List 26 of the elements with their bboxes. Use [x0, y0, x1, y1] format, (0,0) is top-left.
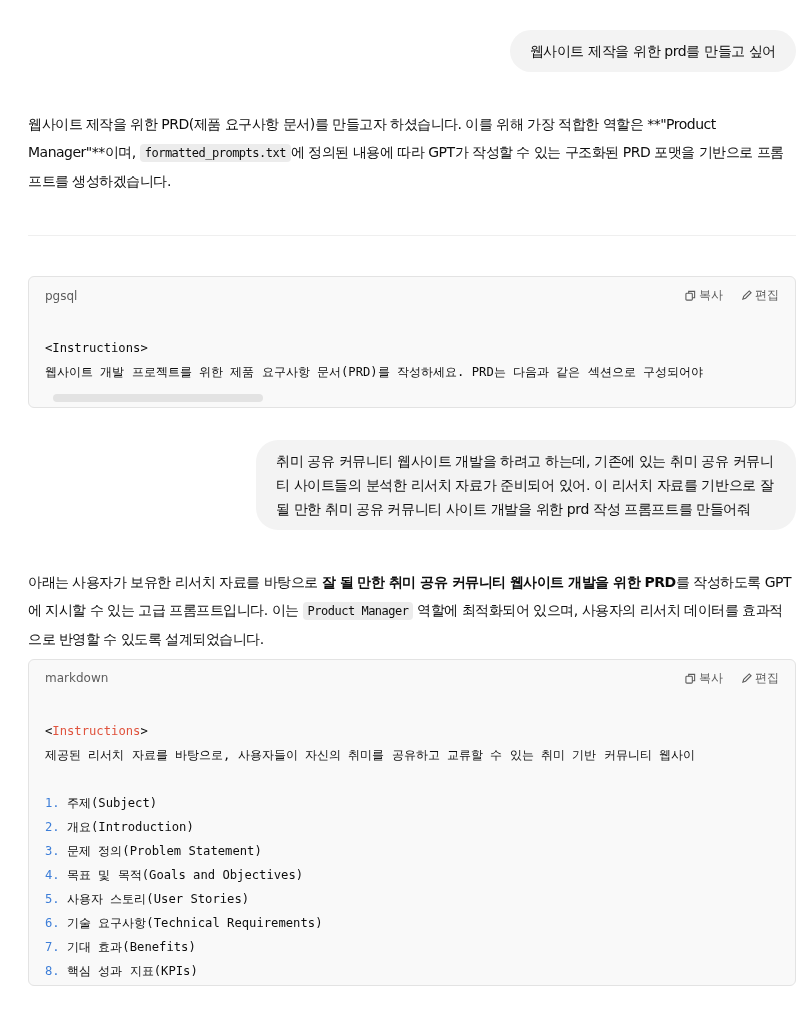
- code-line: 2. 개요(Introduction): [45, 819, 194, 834]
- code-language: markdown: [45, 671, 109, 686]
- copy-icon: [685, 290, 696, 301]
- pencil-icon: [741, 672, 752, 684]
- pencil-icon: [741, 290, 752, 301]
- code-line: <Instructions>: [45, 341, 148, 355]
- code-line: 5. 사용자 스토리(User Stories): [45, 891, 250, 906]
- code-line: 6. 기술 요구사항(Technical Requirements): [45, 915, 323, 930]
- code-line: 4. 목표 및 목적(Goals and Objectives): [45, 867, 304, 882]
- edit-button[interactable]: 편집: [741, 287, 779, 304]
- code-line: 웹사이트 개발 프로젝트를 위한 제품 요구사항 문서(PRD)를 작성하세요. PRD는 다음과 같은 섹션으로 구성되어야: [45, 365, 704, 379]
- assistant-message: 아래는 사용자가 보유한 리서치 자료를 바탕으로 잘 될 만한 취미 공유 커뮤니티 웹사이트 개발을 위한 PRD를 작성하도록 GPT에 지시할 수 있는 고급 프롬프트입니다. 이는 Product Manager 역할에 최적화되어 있으며, 사용자의 리서치 데이터를 효과적으로 반영할 수 있도록 설계되었습니다.: [28, 572, 793, 649]
- assistant-message: 웹사이트 제작을 위한 PRD(제품 요구사항 문서)를 만들고자 하셨습니다. 이를 위해 가장 적합한 역할은 **"Product Manager"**이며, formatted_prompts.txt 에 정의된 내용에 따라 GPT가 작성할 수 있는 구조화된 PRD 포맷을 기반으로 프롬프트를 생성하겠습니다.: [28, 115, 785, 191]
- copy-icon: [685, 672, 696, 684]
- copy-button[interactable]: 복사: [685, 669, 723, 687]
- code-line: <Instructions>: [45, 723, 148, 738]
- user-message: 웹사이트 제작을 위한 prd를 만들고 싶어: [509, 30, 796, 72]
- user-message: 취미 공유 커뮤니티 웹사이트 개발을 하려고 하는데, 기존에 있는 취미 공유 커뮤니티 사이트들의 분석한 리서치 자료가 준비되어 있어. 이 리서치 자료를 기반으로 잘 될 만한 취미 공유 커뮤니티 사이트 개발을 위한 prd 작성 프롬프트를 만들어줘: [256, 439, 796, 530]
- code-line: 1. 주제(Subject): [45, 795, 158, 810]
- code-line: 8. 핵심 성과 지표(KPIs): [45, 963, 198, 978]
- edit-button[interactable]: 편집: [741, 669, 779, 687]
- code-line: 7. 기대 효과(Benefits): [45, 939, 196, 954]
- code-line: 3. 문제 정의(Problem Statement): [45, 843, 262, 858]
- code-language: pgsql: [45, 288, 78, 303]
- copy-button[interactable]: 복사: [685, 287, 723, 304]
- code-line: 제공된 리서치 자료를 바탕으로, 사용자들이 자신의 취미를 공유하고 교류할 수 있는 취미 기반 커뮤니티 웹사이: [45, 747, 696, 762]
